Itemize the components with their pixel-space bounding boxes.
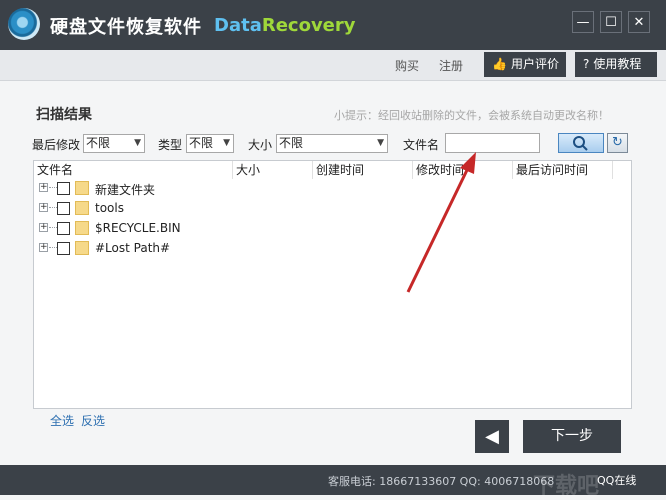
next-button[interactable]: 下一步 xyxy=(523,420,621,453)
invert-selection-link[interactable]: 反选 xyxy=(81,412,105,429)
contact-info: 客服电话: 18667133607 QQ: 4006718068 xyxy=(328,475,555,488)
watermark-text: 下载吧 xyxy=(533,474,600,499)
qq-online-badge: QQ在线 xyxy=(597,474,637,487)
back-button[interactable]: ◀ xyxy=(475,420,509,453)
select-all-link[interactable]: 全选 xyxy=(50,412,74,429)
back-arrow-icon: ◀ xyxy=(485,426,499,447)
